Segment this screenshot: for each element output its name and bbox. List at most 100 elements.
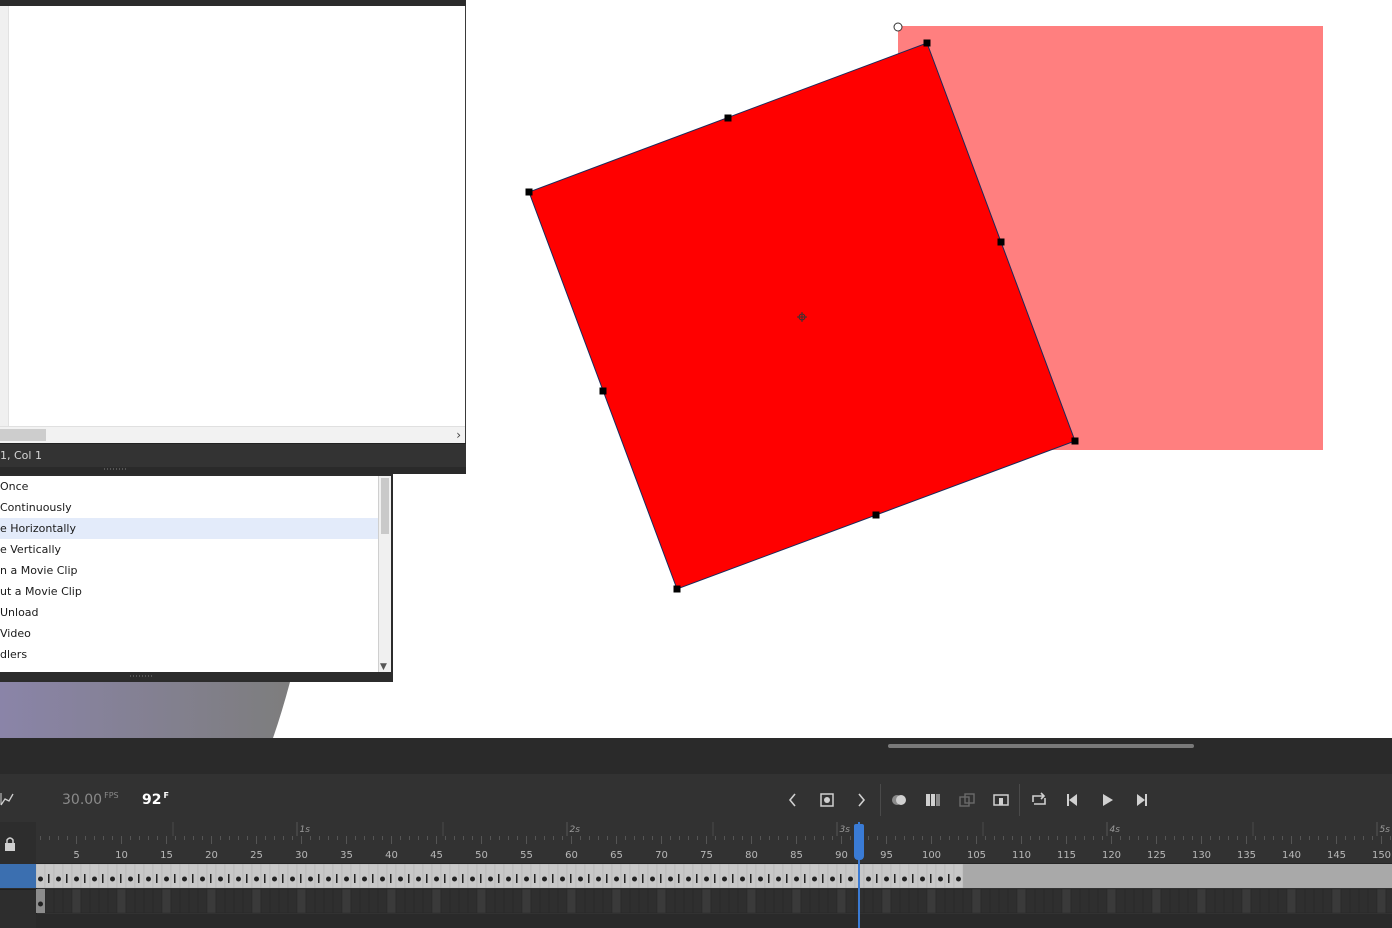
keyframe-marker[interactable] xyxy=(902,876,907,882)
layer-row[interactable] xyxy=(0,889,36,914)
keyframe-marker[interactable] xyxy=(218,876,223,882)
keyframe-marker[interactable] xyxy=(74,876,79,882)
keyframe-marker[interactable] xyxy=(668,876,673,882)
chevron-right-icon[interactable]: › xyxy=(456,427,461,443)
keyframe-marker[interactable] xyxy=(704,876,709,882)
keyframe-marker[interactable] xyxy=(794,876,799,882)
keyframe-marker[interactable] xyxy=(722,876,727,882)
current-frame-display[interactable]: 92 F xyxy=(142,791,169,808)
scrollbar-thumb[interactable] xyxy=(381,478,389,534)
fps-display[interactable]: 30.00 FPS xyxy=(62,791,119,808)
keyframe-marker[interactable] xyxy=(560,876,565,882)
keyframe-marker[interactable] xyxy=(398,876,403,882)
horizontal-scrollbar[interactable]: › xyxy=(0,426,465,443)
center-frame-button[interactable] xyxy=(991,790,1011,810)
keyframe-marker[interactable] xyxy=(38,876,43,882)
list-item[interactable]: Once xyxy=(0,476,378,497)
keyframe-marker[interactable] xyxy=(146,876,151,882)
keyframe-marker[interactable] xyxy=(308,876,313,882)
keyframe-marker[interactable] xyxy=(578,876,583,882)
keyframe-marker[interactable] xyxy=(272,876,277,882)
panel-resize-bar[interactable] xyxy=(0,672,393,682)
play-button[interactable] xyxy=(1097,790,1117,810)
keyframe-marker[interactable] xyxy=(812,876,817,882)
keyframe-marker[interactable] xyxy=(380,876,385,882)
keyframe-marker[interactable] xyxy=(524,876,529,882)
frame-ruler[interactable]: 1s 2s 3s 4s 5s 5 10 15 20 25 30 35 40 45 50 55 60 65 70 75 8… xyxy=(36,822,1392,864)
rotation-pivot-icon[interactable] xyxy=(893,22,903,32)
code-editor[interactable] xyxy=(9,6,465,426)
keyframe-marker[interactable] xyxy=(92,876,97,882)
panel-resize-bar[interactable] xyxy=(0,467,466,474)
keyframe-marker[interactable] xyxy=(344,876,349,882)
keyframe-marker[interactable] xyxy=(686,876,691,882)
keyframe-marker[interactable] xyxy=(596,876,601,882)
keyframe-marker[interactable] xyxy=(200,876,205,882)
graph-icon[interactable] xyxy=(0,792,14,810)
edit-multiple-frames-button[interactable] xyxy=(923,790,943,810)
keyframe-marker[interactable] xyxy=(110,876,115,882)
scrollbar-thumb[interactable] xyxy=(0,429,46,441)
keyframe-marker[interactable] xyxy=(632,876,637,882)
keyframe-marker[interactable] xyxy=(452,876,457,882)
handle-bottom-left[interactable] xyxy=(673,585,681,593)
keyframe-marker[interactable] xyxy=(416,876,421,882)
keyframe-marker[interactable] xyxy=(56,876,61,882)
keyframe-marker[interactable] xyxy=(542,876,547,882)
list-item[interactable]: ut a Movie Clip xyxy=(0,581,378,602)
handle-bottom-right[interactable] xyxy=(1071,437,1079,445)
next-keyframe-button[interactable] xyxy=(851,790,871,810)
keyframe-marker[interactable] xyxy=(758,876,763,882)
keyframe-marker[interactable] xyxy=(740,876,745,882)
snippet-list[interactable]: Once Continuously e Horizontally e Verti… xyxy=(0,476,378,672)
keyframe-marker[interactable] xyxy=(236,876,241,882)
frame-value[interactable]: 92 xyxy=(142,792,161,808)
lock-icon[interactable] xyxy=(2,836,18,852)
grip-icon[interactable] xyxy=(104,468,126,470)
list-item[interactable]: e Vertically xyxy=(0,539,378,560)
grip-icon[interactable] xyxy=(130,675,152,677)
keyframe-marker[interactable] xyxy=(956,876,961,882)
keyframe-marker[interactable] xyxy=(938,876,943,882)
list-item[interactable]: Unload xyxy=(0,602,378,623)
keyframe-marker[interactable] xyxy=(614,876,619,882)
keyframe-marker[interactable] xyxy=(830,876,835,882)
keyframe-marker[interactable] xyxy=(290,876,295,882)
keyframe-marker[interactable] xyxy=(848,876,853,882)
loop-button[interactable] xyxy=(1029,790,1049,810)
keyframe-marker[interactable] xyxy=(884,876,889,882)
list-item[interactable]: dlers xyxy=(0,644,378,665)
handle-top-right[interactable] xyxy=(923,39,931,47)
keyframe-marker[interactable] xyxy=(920,876,925,882)
keyframe-marker[interactable] xyxy=(650,876,655,882)
keyframe-marker[interactable] xyxy=(164,876,169,882)
insert-keyframe-button[interactable] xyxy=(817,790,837,810)
list-item[interactable]: n a Movie Clip xyxy=(0,560,378,581)
chevron-down-icon[interactable]: ▼ xyxy=(380,662,387,672)
keyframe-marker[interactable] xyxy=(38,901,43,907)
step-back-button[interactable] xyxy=(1063,790,1083,810)
list-item-selected[interactable]: e Horizontally xyxy=(0,518,378,539)
handle-top-mid[interactable] xyxy=(724,114,732,122)
handle-bottom-mid[interactable] xyxy=(872,511,880,519)
keyframe-marker[interactable] xyxy=(434,876,439,882)
handle-left-mid[interactable] xyxy=(599,387,607,395)
handle-right-mid[interactable] xyxy=(997,238,1005,246)
layer-frames-row[interactable] xyxy=(35,863,1392,889)
stage[interactable]: › 1, Col 1 Once Continuously e Horizonta… xyxy=(0,0,1392,738)
keyframe-marker[interactable] xyxy=(326,876,331,882)
list-item[interactable]: Video xyxy=(0,623,378,644)
fps-value[interactable]: 30.00 xyxy=(62,792,102,808)
keyframe-marker[interactable] xyxy=(254,876,259,882)
prev-keyframe-button[interactable] xyxy=(783,790,803,810)
layer-frames-row[interactable] xyxy=(35,888,1392,914)
keyframe-marker[interactable] xyxy=(470,876,475,882)
keyframe-marker[interactable] xyxy=(182,876,187,882)
step-forward-button[interactable] xyxy=(1131,790,1151,810)
keyframe-marker[interactable] xyxy=(776,876,781,882)
stage-horizontal-scrollbar[interactable] xyxy=(888,744,1194,748)
list-item[interactable]: Continuously xyxy=(0,497,378,518)
layer-row-selected[interactable] xyxy=(0,864,36,888)
onion-skin-button[interactable] xyxy=(889,790,909,810)
playhead-handle[interactable] xyxy=(854,824,864,860)
